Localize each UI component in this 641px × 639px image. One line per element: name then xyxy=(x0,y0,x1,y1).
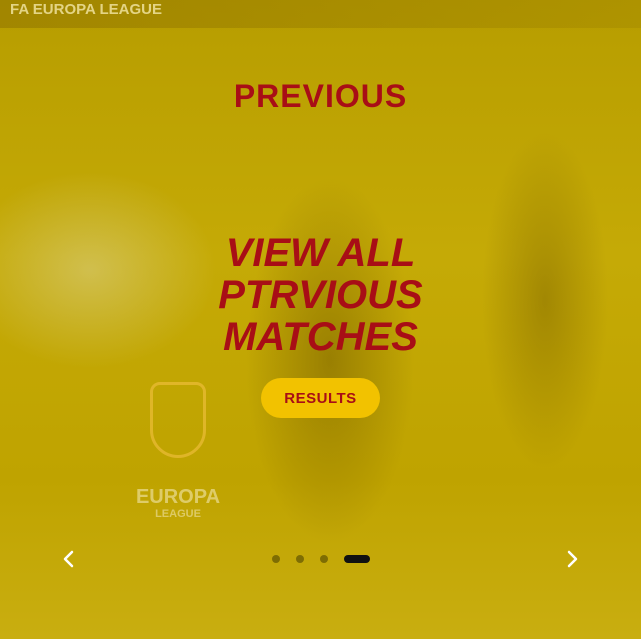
results-button[interactable]: RESULTS xyxy=(261,378,380,418)
chevron-right-icon xyxy=(567,550,578,568)
pagination-dot-1[interactable] xyxy=(272,555,280,563)
pagination-dot-2[interactable] xyxy=(296,555,304,563)
logo-word: EUROPA xyxy=(135,486,221,508)
carousel-pagination xyxy=(272,554,370,564)
logo-sub: LEAGUE xyxy=(155,508,201,520)
chevron-left-icon xyxy=(63,550,74,568)
headline-line-3: MATCHES xyxy=(223,315,418,359)
next-slide-button[interactable] xyxy=(562,548,584,570)
section-title: PREVIOUS xyxy=(233,78,408,114)
hero-carousel: FA EUROPA LEAGUE EUROPA LEAGUE PREVIOUS … xyxy=(0,0,641,639)
background-banner-text: FA EUROPA LEAGUE xyxy=(10,1,162,18)
europa-league-logo: EUROPA LEAGUE xyxy=(122,382,232,522)
pagination-dot-3[interactable] xyxy=(320,555,328,563)
trophy-icon xyxy=(150,382,206,458)
headline-line-2: PTRVIOUS xyxy=(218,273,423,317)
background-banner: FA EUROPA LEAGUE xyxy=(0,0,641,28)
headline: VIEW ALL PTRVIOUS MATCHES xyxy=(0,232,641,358)
pagination-dot-4-active[interactable] xyxy=(344,555,370,563)
previous-slide-button[interactable] xyxy=(57,548,79,570)
headline-line-1: VIEW ALL xyxy=(225,231,416,275)
